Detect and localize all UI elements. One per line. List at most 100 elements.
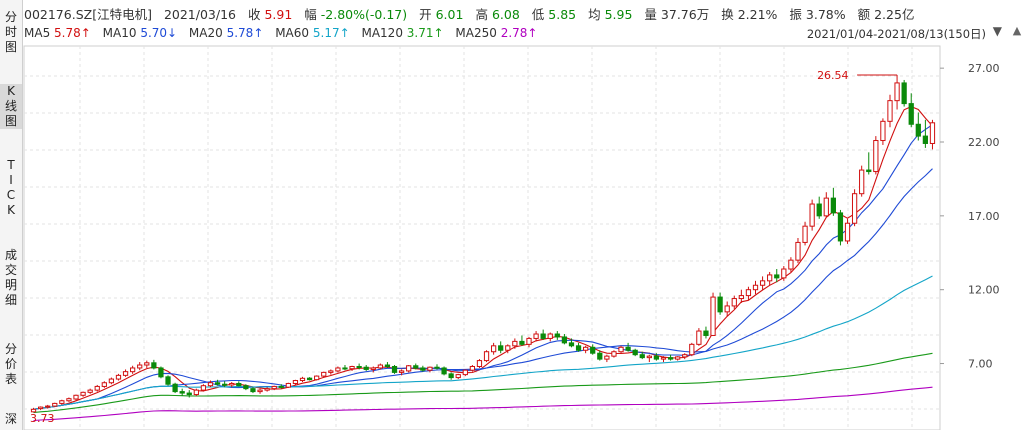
candle-body	[873, 140, 879, 173]
candle	[80, 391, 86, 397]
candle-body	[377, 364, 383, 369]
candle	[710, 292, 716, 336]
candle-body	[52, 402, 58, 407]
candle	[151, 359, 157, 370]
candle	[887, 94, 893, 128]
candle-body	[391, 365, 398, 373]
candle	[342, 365, 348, 371]
candle-body	[158, 367, 164, 378]
candle-body	[866, 169, 872, 173]
candle-body	[151, 362, 157, 369]
candle-body	[165, 376, 171, 385]
candle-body	[802, 225, 808, 243]
candle-body	[321, 371, 327, 377]
candle-body	[87, 389, 93, 393]
candle-body	[788, 259, 794, 270]
candle-body	[462, 369, 468, 376]
y-tick-label: 17.00	[968, 210, 1000, 223]
candle-body	[667, 357, 674, 360]
candle-body	[590, 346, 596, 354]
candle-body	[844, 222, 851, 242]
candle-body	[349, 365, 355, 370]
candle	[115, 373, 122, 381]
candle-body	[922, 135, 929, 144]
candle-body	[498, 345, 504, 351]
candle	[469, 365, 476, 372]
candle-body	[575, 345, 582, 351]
kline-chart[interactable]: 27.0022.0017.0012.007.002.00 26.543.73	[0, 0, 1030, 430]
candle	[299, 376, 306, 382]
candle-body	[264, 388, 270, 391]
candle	[391, 365, 398, 374]
candle-body	[682, 354, 688, 358]
candle-body	[738, 295, 744, 300]
candle-body	[420, 367, 426, 371]
candle	[406, 365, 412, 373]
candle	[179, 388, 185, 397]
candle-body	[229, 382, 235, 386]
ma250-line	[33, 386, 933, 422]
candle	[689, 342, 695, 357]
ma-lines	[33, 106, 933, 422]
candle	[859, 165, 865, 197]
candle	[547, 332, 553, 342]
candle	[915, 112, 921, 141]
candle	[130, 365, 136, 374]
candle	[901, 79, 907, 107]
candle	[87, 388, 93, 394]
candle-body	[172, 383, 178, 393]
candle-body	[285, 382, 291, 388]
candle	[604, 354, 610, 363]
candle-body	[427, 366, 433, 371]
candle	[908, 93, 914, 128]
candle-body	[398, 370, 405, 373]
candle-body	[717, 296, 723, 313]
y-axis: 27.0022.0017.0012.007.002.00	[940, 62, 1000, 371]
candle-body	[370, 367, 376, 370]
candle-body	[632, 349, 638, 356]
candle	[682, 353, 688, 360]
candle	[696, 328, 702, 346]
candle	[328, 369, 334, 375]
candle	[851, 189, 858, 227]
candle-body	[108, 378, 115, 384]
candle-body	[519, 340, 525, 345]
candle-body	[186, 392, 192, 396]
y-tick-label: 12.00	[968, 284, 1000, 297]
candle-body	[130, 367, 136, 373]
candle-body	[583, 346, 589, 351]
candle	[894, 74, 900, 110]
candle	[66, 397, 72, 402]
candle	[158, 366, 164, 379]
candle	[441, 366, 447, 376]
candle	[752, 280, 759, 295]
candle-body	[476, 360, 483, 367]
candle-body	[483, 351, 490, 362]
candle	[759, 276, 766, 290]
candle-body	[250, 388, 256, 393]
candle-body	[66, 398, 72, 402]
candle	[837, 209, 844, 246]
candle-body	[441, 367, 447, 375]
max-price-label: 26.54	[817, 69, 849, 82]
candle-body	[795, 241, 801, 261]
candle	[314, 375, 320, 381]
candle-body	[505, 345, 511, 351]
candle-body	[137, 364, 143, 369]
candle	[519, 335, 525, 346]
y-tick-label: 27.00	[968, 62, 1000, 75]
candle-body	[469, 365, 476, 371]
candle-body	[830, 197, 836, 214]
y-tick-label: 7.00	[968, 358, 993, 371]
candle	[533, 331, 539, 342]
candle	[809, 199, 815, 231]
candle-body	[45, 405, 51, 408]
candle	[434, 364, 440, 370]
candle	[618, 345, 624, 354]
min-price-label: 3.73	[30, 412, 55, 425]
candle-body	[887, 100, 893, 122]
candle-body	[540, 333, 546, 339]
candle-body	[200, 385, 207, 391]
candle-body	[80, 391, 86, 396]
candle-body	[413, 365, 419, 369]
